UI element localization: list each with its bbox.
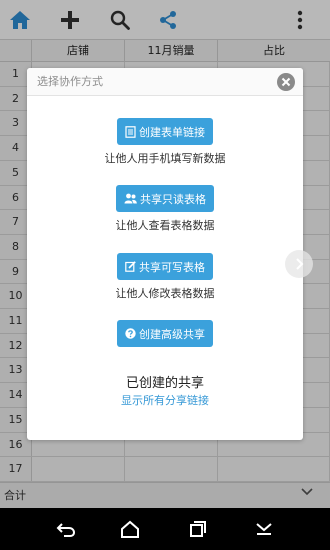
- system-nav-bar: [0, 508, 330, 550]
- share-readonly-desc: 让他人查看表格数据: [115, 219, 215, 232]
- close-button[interactable]: [277, 73, 295, 91]
- home-nav-button[interactable]: [118, 517, 142, 541]
- hide-keyboard-button[interactable]: [252, 517, 276, 541]
- collaboration-dialog: 选择协作方式 创建表单链接 让他人用手机填写新数据 共享只读表格 让他人查看表格…: [27, 68, 303, 440]
- hide-keyboard-icon: [256, 523, 272, 535]
- edit-icon: [125, 261, 136, 272]
- question-icon: [125, 328, 136, 339]
- share-readonly-label: 共享只读表格: [140, 192, 206, 206]
- dialog-header: 选择协作方式: [27, 68, 303, 96]
- action-create-form: 创建表单链接 让他人用手机填写新数据: [27, 118, 303, 166]
- users-icon: [124, 193, 137, 204]
- action-share-writable: 共享可写表格 让他人修改表格数据: [27, 253, 303, 301]
- action-share-readonly: 共享只读表格 让他人查看表格数据: [27, 185, 303, 233]
- action-advanced-share: 创建高级共享: [27, 320, 303, 347]
- recent-apps-icon: [190, 521, 206, 537]
- home-icon: [121, 520, 139, 538]
- share-writable-label: 共享可写表格: [139, 260, 205, 274]
- back-button[interactable]: [54, 517, 78, 541]
- close-icon: [281, 77, 291, 87]
- advanced-share-label: 创建高级共享: [139, 327, 205, 341]
- create-form-link-desc: 让他人用手机填写新数据: [104, 152, 226, 165]
- dialog-title: 选择协作方式: [37, 75, 103, 88]
- next-page-button[interactable]: [285, 250, 313, 278]
- advanced-share-button[interactable]: 创建高级共享: [117, 320, 213, 347]
- form-icon: [125, 125, 136, 138]
- share-readonly-button[interactable]: 共享只读表格: [116, 185, 214, 212]
- back-icon: [56, 523, 76, 537]
- create-form-link-button[interactable]: 创建表单链接: [117, 118, 213, 145]
- recent-apps-button[interactable]: [186, 517, 210, 541]
- chevron-right-icon: [296, 258, 304, 270]
- show-all-links[interactable]: 显示所有分享链接: [27, 392, 303, 408]
- share-writable-button[interactable]: 共享可写表格: [117, 253, 213, 280]
- share-writable-desc: 让他人修改表格数据: [115, 287, 215, 300]
- create-form-link-label: 创建表单链接: [139, 125, 205, 139]
- created-shares-heading: 已创建的共享: [125, 376, 204, 391]
